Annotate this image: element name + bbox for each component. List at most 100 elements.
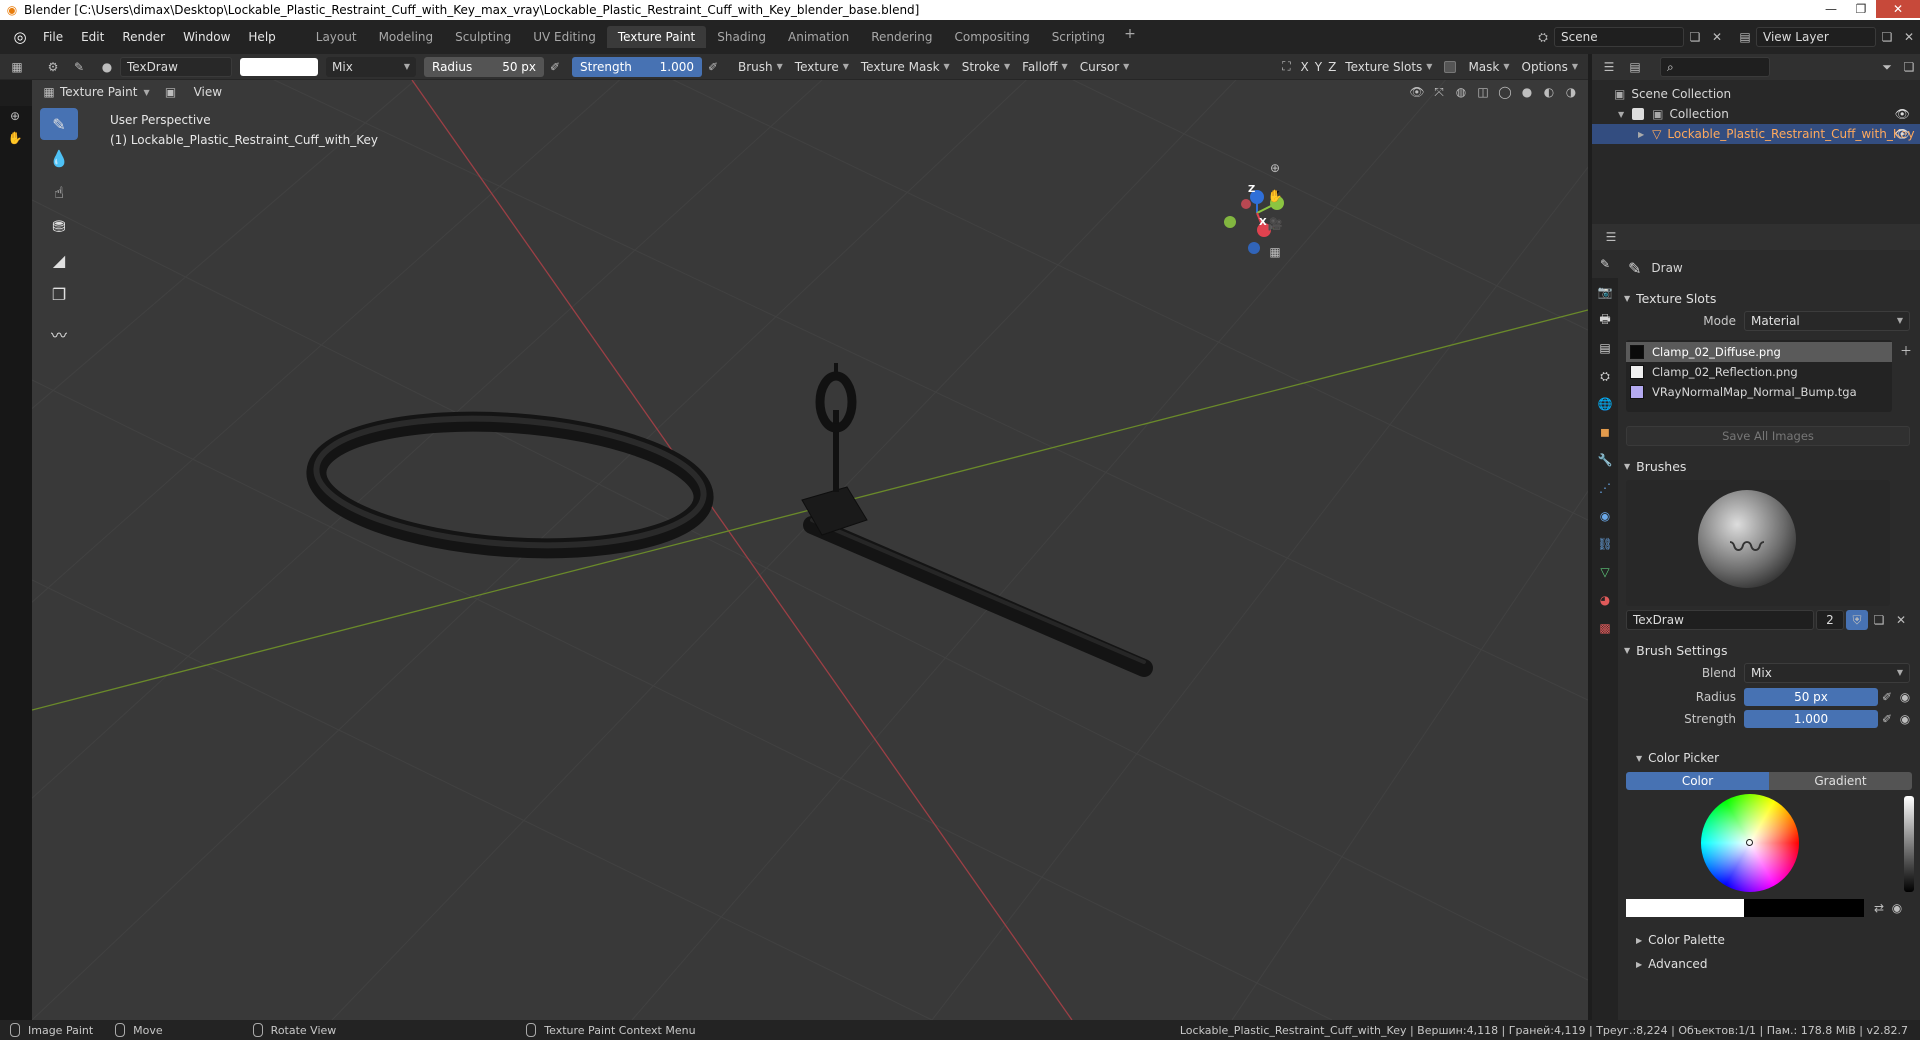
minimize-button[interactable]: — bbox=[1816, 0, 1846, 18]
color-wheel-cursor[interactable] bbox=[1746, 839, 1753, 846]
mask-checkbox[interactable] bbox=[1444, 60, 1457, 73]
3d-viewport[interactable]: Z Y X ▦ Texture Paint ▼ ▣ View 👁 ⤧ ◍ ◫ ◯… bbox=[32, 80, 1588, 1020]
soften-tool-icon[interactable]: 💧 bbox=[40, 142, 78, 174]
brush-name-field[interactable]: TexDraw bbox=[120, 56, 232, 77]
world-tab-icon[interactable]: 🌐 bbox=[1592, 390, 1618, 418]
gizmo-toggle-icon[interactable]: ⤧ bbox=[1428, 82, 1450, 102]
mode-dropdown[interactable]: Material ▼ bbox=[1744, 311, 1910, 331]
save-all-images-button[interactable]: Save All Images bbox=[1626, 426, 1910, 446]
scene-icon[interactable]: ⛭ bbox=[1532, 27, 1554, 47]
mirror-x-toggle[interactable]: X bbox=[1297, 57, 1311, 77]
texture-slot-reflection[interactable]: Clamp_02_Reflection.png bbox=[1626, 362, 1892, 382]
solid-shading-icon[interactable]: ● bbox=[1516, 82, 1538, 102]
scene-name-field[interactable]: Scene bbox=[1554, 27, 1684, 47]
draw-tool-icon[interactable]: ✎ bbox=[40, 108, 78, 140]
blend-dropdown[interactable]: Mix ▼ bbox=[1744, 663, 1910, 683]
blend-mode-dropdown[interactable]: Mix ▼ bbox=[326, 56, 416, 77]
menu-file[interactable]: File bbox=[34, 26, 72, 48]
strength-unified-icon[interactable]: ◉ bbox=[1896, 709, 1914, 729]
outliner-scene-collection[interactable]: ▣ Scene Collection bbox=[1592, 84, 1920, 104]
radius-pressure-icon[interactable]: ✐ bbox=[544, 57, 566, 77]
material-shading-icon[interactable]: ◐ bbox=[1538, 82, 1560, 102]
tab-compositing[interactable]: Compositing bbox=[943, 26, 1040, 48]
view-layer-field[interactable]: View Layer bbox=[1756, 27, 1876, 47]
render-tab-icon[interactable]: 📷 bbox=[1592, 278, 1618, 306]
color-palette-panel-header[interactable]: ▶ Color Palette bbox=[1618, 928, 1920, 952]
unlink-brush-icon[interactable]: ✕ bbox=[1890, 610, 1912, 630]
outliner-editor-type-icon[interactable]: ☰ bbox=[1598, 57, 1620, 77]
add-workspace-button[interactable]: + bbox=[1116, 26, 1144, 48]
blender-menu-icon[interactable]: ◎ bbox=[6, 27, 34, 47]
particles-tab-icon[interactable]: ⋰ bbox=[1592, 474, 1618, 502]
view-layer-icon[interactable]: ▤ bbox=[1734, 27, 1756, 47]
tab-sculpting[interactable]: Sculpting bbox=[444, 26, 522, 48]
physics-tab-icon[interactable]: ◉ bbox=[1592, 502, 1618, 530]
brush-icon[interactable]: ✎ bbox=[68, 57, 90, 77]
tab-layout[interactable]: Layout bbox=[305, 26, 368, 48]
data-tab-icon[interactable]: ▽ bbox=[1592, 558, 1618, 586]
swap-colors-icon[interactable]: ⇄ bbox=[1870, 898, 1888, 918]
mask-menu[interactable]: Mask ▼ bbox=[1462, 57, 1515, 77]
menu-render[interactable]: Render bbox=[113, 26, 174, 48]
material-tab-icon[interactable]: ◕ bbox=[1592, 586, 1618, 614]
pan-icon[interactable]: ✋ bbox=[4, 128, 26, 148]
annotate-tool-icon[interactable]: 〰 bbox=[40, 318, 78, 350]
stroke-menu[interactable]: Stroke ▼ bbox=[956, 57, 1016, 77]
editor-type-icon[interactable]: ▦ bbox=[6, 57, 28, 77]
visibility-icon[interactable]: 👁 bbox=[1406, 82, 1428, 102]
texture-slots-panel-header[interactable]: ▼ Texture Slots bbox=[1618, 286, 1920, 310]
display-mode-icon[interactable]: ▤ bbox=[1624, 57, 1646, 77]
view-menu[interactable]: View bbox=[194, 85, 222, 99]
wireframe-shading-icon[interactable]: ◯ bbox=[1494, 82, 1516, 102]
menu-window[interactable]: Window bbox=[174, 26, 239, 48]
tab-scripting[interactable]: Scripting bbox=[1041, 26, 1116, 48]
mirror-z-toggle[interactable]: Z bbox=[1325, 57, 1339, 77]
fake-user-icon[interactable]: ● bbox=[96, 57, 118, 77]
duplicate-brush-icon[interactable]: ❏ bbox=[1868, 610, 1890, 630]
properties-editor-type-icon[interactable]: ☰ bbox=[1600, 227, 1622, 247]
texture-slots-menu[interactable]: Texture Slots ▼ bbox=[1339, 57, 1438, 77]
brush-name-field[interactable]: TexDraw bbox=[1626, 610, 1814, 630]
value-slider[interactable] bbox=[1904, 796, 1914, 892]
constraints-tab-icon[interactable]: ⛓ bbox=[1592, 530, 1618, 558]
radius-slider[interactable]: 50 px bbox=[1744, 688, 1878, 706]
list-resize-handle[interactable] bbox=[1626, 402, 1892, 410]
texture-slot-diffuse[interactable]: Clamp_02_Diffuse.png bbox=[1626, 342, 1892, 362]
fake-user-shield-icon[interactable]: ⛨ bbox=[1846, 610, 1868, 630]
zoom-icon[interactable]: ⊕ bbox=[4, 106, 26, 126]
camera-view-icon[interactable]: 🎥 bbox=[1264, 214, 1286, 234]
clone-tool-icon[interactable]: ⛃ bbox=[40, 210, 78, 242]
outliner-search-input[interactable]: ⌕ bbox=[1660, 57, 1770, 77]
strength-pressure-icon[interactable]: ✐ bbox=[1878, 709, 1896, 729]
menu-edit[interactable]: Edit bbox=[72, 26, 113, 48]
new-scene-icon[interactable]: ❏ bbox=[1684, 27, 1706, 47]
brush-preview[interactable]: 〰 bbox=[1626, 480, 1890, 606]
xray-icon[interactable]: ◫ bbox=[1472, 82, 1494, 102]
tab-color[interactable]: Color bbox=[1626, 772, 1769, 790]
object-tab-icon[interactable]: ◼ bbox=[1592, 418, 1618, 446]
workspace-settings-icon[interactable]: ⚙ bbox=[42, 57, 64, 77]
radius-pressure-icon[interactable]: ✐ bbox=[1878, 687, 1896, 707]
filter-icon[interactable]: ⏷ bbox=[1876, 57, 1898, 77]
texture-menu[interactable]: Texture ▼ bbox=[789, 57, 855, 77]
unified-color-icon[interactable]: ◉ bbox=[1888, 898, 1906, 918]
options-menu[interactable]: Options ▼ bbox=[1516, 57, 1584, 77]
close-button[interactable]: ✕ bbox=[1876, 0, 1920, 18]
brushes-panel-header[interactable]: ▼ Brushes bbox=[1618, 454, 1920, 478]
texture-paint-mode-icon[interactable]: ▦ bbox=[38, 82, 60, 102]
radius-unified-icon[interactable]: ◉ bbox=[1896, 687, 1914, 707]
maximize-button[interactable]: ❐ bbox=[1846, 0, 1876, 18]
menu-help[interactable]: Help bbox=[239, 26, 284, 48]
symmetry-icon[interactable]: ⛶ bbox=[1275, 57, 1297, 77]
new-collection-icon[interactable]: ❏ bbox=[1898, 57, 1920, 77]
eye-icon[interactable]: 👁 bbox=[1895, 127, 1910, 141]
eye-icon[interactable]: 👁 bbox=[1895, 107, 1910, 121]
strength-slider[interactable]: 1.000 bbox=[1744, 710, 1878, 728]
modifier-tab-icon[interactable]: 🔧 bbox=[1592, 446, 1618, 474]
collection-checkbox[interactable] bbox=[1632, 108, 1645, 120]
delete-view-layer-icon[interactable]: ✕ bbox=[1898, 27, 1920, 47]
ortho-toggle-icon[interactable]: ▦ bbox=[1264, 242, 1286, 262]
strength-pressure-icon[interactable]: ✐ bbox=[702, 57, 724, 77]
paint-mask-icon[interactable]: ▣ bbox=[160, 82, 182, 102]
tool-tab-icon[interactable]: ✎ bbox=[1592, 250, 1618, 278]
